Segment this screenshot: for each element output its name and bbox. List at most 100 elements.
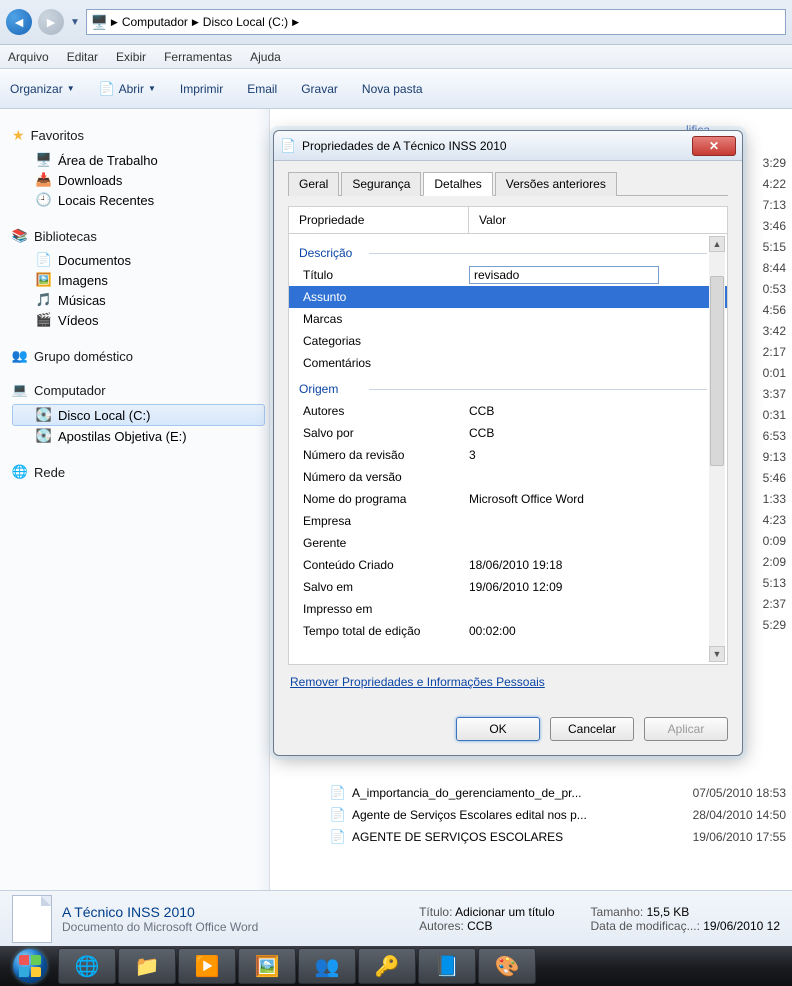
tab-geral[interactable]: Geral: [288, 172, 339, 196]
details-pane: A Técnico INSS 2010 Documento do Microso…: [0, 890, 792, 946]
taskbar-paint[interactable]: 🎨: [478, 948, 536, 984]
star-icon: ★: [12, 127, 25, 144]
tab-versoes[interactable]: Versões anteriores: [495, 172, 617, 196]
nav-history-dropdown[interactable]: ▼: [70, 17, 80, 28]
word-doc-icon: 📄: [330, 785, 346, 801]
taskbar-keys[interactable]: 🔑: [358, 948, 416, 984]
pictures-icon: 🖼️: [36, 272, 52, 288]
prop-categorias[interactable]: Categorias: [299, 330, 707, 352]
sidebar-apostilas[interactable]: 💽Apostilas Objetiva (E:): [12, 426, 265, 446]
prop-assunto[interactable]: Assunto: [289, 286, 727, 308]
prop-gerente[interactable]: Gerente: [299, 532, 707, 554]
prop-titulo[interactable]: Títulorevisado: [299, 264, 707, 286]
prop-salvopor[interactable]: Salvo porCCB: [299, 422, 707, 444]
prop-criado[interactable]: Conteúdo Criado18/06/2010 19:18: [299, 554, 707, 576]
homegroup-icon: 👥: [12, 348, 28, 364]
navigation-sidebar: ★Favoritos 🖥️Área de Trabalho 📥Downloads…: [0, 109, 270, 906]
prop-empresa[interactable]: Empresa: [299, 510, 707, 532]
col-propriedade[interactable]: Propriedade: [289, 207, 469, 233]
prop-numver[interactable]: Número da versão: [299, 466, 707, 488]
details-mod-value: 19/06/2010 12: [703, 919, 780, 933]
sidebar-imagens[interactable]: 🖼️Imagens: [12, 270, 265, 290]
sidebar-recentes[interactable]: 🕘Locais Recentes: [12, 190, 265, 210]
menu-exibir[interactable]: Exibir: [116, 50, 146, 64]
sidebar-computador[interactable]: 💻Computador: [12, 382, 265, 398]
taskbar-messenger[interactable]: 👥: [298, 948, 356, 984]
breadcrumb-drive[interactable]: Disco Local (C:): [203, 15, 288, 29]
menu-ajuda[interactable]: Ajuda: [250, 50, 281, 64]
section-descricao: Descrição: [299, 246, 707, 260]
taskbar-mediaplayer[interactable]: ▶️: [178, 948, 236, 984]
sidebar-bibliotecas[interactable]: 📚Bibliotecas: [12, 228, 265, 244]
scroll-down-icon[interactable]: ▼: [709, 646, 725, 662]
prop-marcas[interactable]: Marcas: [299, 308, 707, 330]
computer-icon: 💻: [12, 382, 28, 398]
breadcrumb-root[interactable]: Computador: [122, 15, 188, 29]
sidebar-grupo[interactable]: 👥Grupo doméstico: [12, 348, 265, 364]
tab-detalhes[interactable]: Detalhes: [423, 172, 492, 196]
scroll-thumb[interactable]: [710, 276, 724, 466]
tab-seguranca[interactable]: Segurança: [341, 172, 421, 196]
sidebar-desktop[interactable]: 🖥️Área de Trabalho: [12, 150, 265, 170]
titulo-input[interactable]: revisado: [469, 266, 659, 284]
toolbar-gravar[interactable]: Gravar: [301, 82, 338, 96]
videos-icon: 🎬: [36, 312, 52, 328]
sidebar-musicas[interactable]: 🎵Músicas: [12, 290, 265, 310]
section-origem: Origem: [299, 382, 707, 396]
taskbar-gallery[interactable]: 🖼️: [238, 948, 296, 984]
file-row[interactable]: 📄AGENTE DE SERVIÇOS ESCOLARES19/06/2010 …: [330, 826, 786, 848]
details-mod-label: Data de modificaç...:: [591, 919, 700, 933]
nav-forward-button[interactable]: ►: [38, 9, 64, 35]
ok-button[interactable]: OK: [456, 717, 540, 741]
sidebar-disco-c[interactable]: 💽Disco Local (C:): [12, 404, 265, 426]
address-bar: ◄ ► ▼ 🖥️ ▶ Computador ▶ Disco Local (C:)…: [0, 0, 792, 45]
properties-scrollbar[interactable]: ▲ ▼: [709, 236, 725, 662]
toolbar-novapasta[interactable]: Nova pasta: [362, 82, 423, 96]
dialog-titlebar[interactable]: 📄 Propriedades de A Técnico INSS 2010 ✕: [274, 131, 742, 161]
word-doc-icon: 📄: [330, 807, 346, 823]
breadcrumb[interactable]: 🖥️ ▶ Computador ▶ Disco Local (C:) ▶: [86, 9, 786, 35]
toolbar-email[interactable]: Email: [247, 82, 277, 96]
menu-ferramentas[interactable]: Ferramentas: [164, 50, 232, 64]
dialog-tabs: Geral Segurança Detalhes Versões anterio…: [288, 171, 728, 196]
link-remover-propriedades[interactable]: Remover Propriedades e Informações Pesso…: [290, 675, 545, 689]
toolbar-organizar[interactable]: Organizar▼: [10, 82, 75, 96]
desktop-icon: 🖥️: [36, 152, 52, 168]
prop-programa[interactable]: Nome do programaMicrosoft Office Word: [299, 488, 707, 510]
toolbar-imprimir[interactable]: Imprimir: [180, 82, 223, 96]
taskbar-ie[interactable]: 🌐: [58, 948, 116, 984]
word-doc-icon: 📄: [330, 829, 346, 845]
libraries-icon: 📚: [12, 228, 28, 244]
file-date: 07/05/2010 18:53: [646, 786, 786, 800]
chevron-right-icon: ▶: [192, 17, 199, 28]
sidebar-documentos[interactable]: 📄Documentos: [12, 250, 265, 270]
cancel-button[interactable]: Cancelar: [550, 717, 634, 741]
taskbar-explorer[interactable]: 📁: [118, 948, 176, 984]
details-autores-label: Autores:: [419, 919, 464, 933]
dialog-close-button[interactable]: ✕: [692, 136, 736, 156]
sidebar-videos[interactable]: 🎬Vídeos: [12, 310, 265, 330]
details-titulo-value[interactable]: Adicionar um título: [455, 905, 554, 919]
prop-tempo[interactable]: Tempo total de edição00:02:00: [299, 620, 707, 642]
menu-editar[interactable]: Editar: [67, 50, 98, 64]
taskbar-word[interactable]: 📘: [418, 948, 476, 984]
apply-button[interactable]: Aplicar: [644, 717, 728, 741]
nav-back-button[interactable]: ◄: [6, 9, 32, 35]
file-row[interactable]: 📄Agente de Serviços Escolares edital nos…: [330, 804, 786, 826]
prop-numrev[interactable]: Número da revisão3: [299, 444, 707, 466]
prop-autores[interactable]: AutoresCCB: [299, 400, 707, 422]
scroll-up-icon[interactable]: ▲: [709, 236, 725, 252]
prop-impresso[interactable]: Impresso em: [299, 598, 707, 620]
start-button[interactable]: [4, 947, 56, 985]
file-row[interactable]: 📄A_importancia_do_gerenciamento_de_pr...…: [330, 782, 786, 804]
sidebar-favoritos[interactable]: ★Favoritos: [12, 127, 265, 144]
prop-salvoem[interactable]: Salvo em19/06/2010 12:09: [299, 576, 707, 598]
details-autores-value[interactable]: CCB: [467, 919, 492, 933]
col-valor[interactable]: Valor: [469, 207, 727, 233]
toolbar-abrir[interactable]: 📄Abrir▼: [99, 81, 156, 97]
sidebar-rede[interactable]: 🌐Rede: [12, 464, 265, 480]
toolbar: Organizar▼ 📄Abrir▼ Imprimir Email Gravar…: [0, 69, 792, 109]
prop-comentarios[interactable]: Comentários: [299, 352, 707, 374]
menu-arquivo[interactable]: Arquivo: [8, 50, 49, 64]
sidebar-downloads[interactable]: 📥Downloads: [12, 170, 265, 190]
